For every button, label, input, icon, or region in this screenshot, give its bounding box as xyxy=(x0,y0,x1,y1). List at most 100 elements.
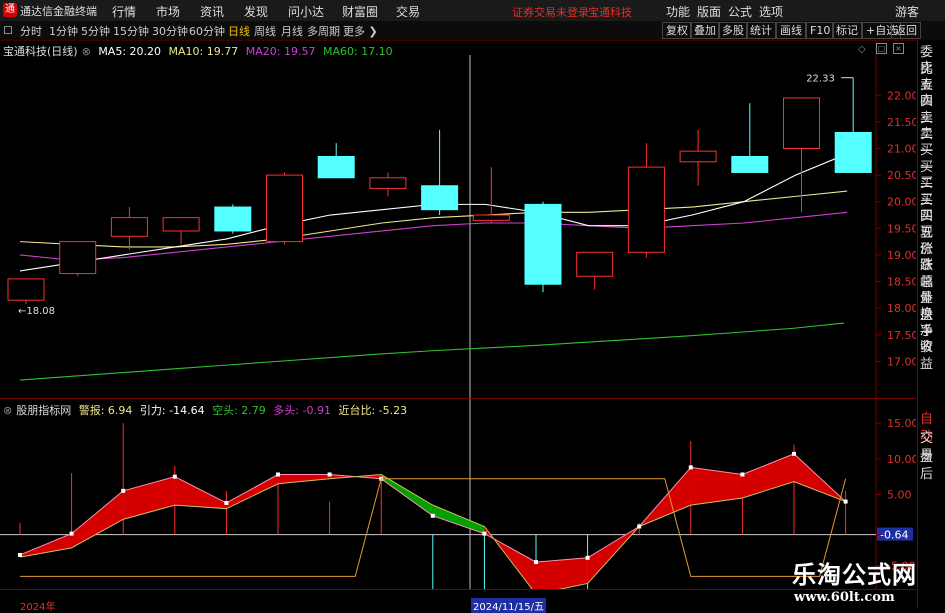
menu-ask[interactable]: 问小达 xyxy=(288,3,324,20)
candlestick-pane[interactable]: 22.00 21.50 21.00 20.50 20.00 19.50 19.00 18.50… xyxy=(0,40,916,398)
restore-rights-button[interactable]: 复权 xyxy=(662,22,692,39)
multi-stock-button[interactable]: 多股 xyxy=(718,22,748,39)
candle-body-down xyxy=(214,206,252,232)
tab-intraday[interactable]: 分时 xyxy=(20,23,42,39)
date-axis-year: 2024年 xyxy=(20,602,56,613)
menu-function[interactable]: 功能 xyxy=(666,3,690,20)
menu-trade[interactable]: 交易 xyxy=(396,3,420,20)
upper-point xyxy=(740,472,745,477)
upper-point xyxy=(172,474,177,479)
bull-band xyxy=(536,557,588,589)
diamond-icon[interactable]: ◇ xyxy=(858,44,866,55)
period-toolbar: 分时 1分钟 5分钟 15分钟 30分钟 60分钟 日线 周线 月线 多周期 更… xyxy=(0,21,945,41)
menu-wealth[interactable]: 财富圈 xyxy=(342,3,378,20)
warn-label: 警报: 6.94 xyxy=(78,404,133,417)
tab-15min[interactable]: 15分钟 xyxy=(113,23,149,39)
candle-body-up xyxy=(679,150,717,163)
bull-band xyxy=(174,476,227,509)
candle-body-up xyxy=(110,217,148,237)
high-annotation: 22.33 xyxy=(806,74,835,85)
ma60-line xyxy=(19,322,845,381)
draw-line-button[interactable]: 画线 xyxy=(776,22,806,39)
tab-30min[interactable]: 30分钟 xyxy=(152,23,188,39)
candle-body-up xyxy=(162,217,200,232)
close-pane-icon[interactable]: × xyxy=(893,43,904,54)
candle-body-up xyxy=(59,241,97,275)
menu-discover[interactable]: 发现 xyxy=(244,3,268,20)
mark-button[interactable]: 标记 xyxy=(832,22,862,39)
upper-point xyxy=(843,499,848,504)
collapse-icon[interactable]: ⊗ xyxy=(82,45,91,58)
user-label[interactable]: 游客 xyxy=(895,3,919,20)
candle-body-up xyxy=(576,251,614,277)
menu-market[interactable]: 市场 xyxy=(156,3,180,20)
upper-point xyxy=(69,531,74,536)
candle-body-down xyxy=(317,155,355,179)
tab-60min[interactable]: 60分钟 xyxy=(189,23,225,39)
indicator-name: 股朋指标网 xyxy=(16,404,72,417)
menu-layout[interactable]: 版面 xyxy=(697,3,721,20)
main-legend: 宝通科技(日线) ⊗ MA5: 20.20 MA10: 19.77 MA20: 1… xyxy=(3,43,397,59)
expand-icon[interactable]: □ xyxy=(876,43,887,54)
menu-options[interactable]: 选项 xyxy=(759,3,783,20)
pull-label: 引力: -14.64 xyxy=(139,404,205,417)
indicator-menu-icon[interactable]: ⊗ xyxy=(3,404,12,417)
bear-label: 空头: 2.79 xyxy=(212,404,266,417)
tab-1min[interactable]: 1分钟 xyxy=(49,23,78,39)
watermark-title: 乐淘公式网 xyxy=(792,560,917,589)
upper-point xyxy=(637,524,642,529)
cursor-date: 2024/11/15/五 xyxy=(471,598,547,613)
tab-multi-period[interactable]: 多周期 xyxy=(307,23,340,39)
upper-point xyxy=(430,513,435,518)
bull-band xyxy=(123,476,175,520)
candle-body-up xyxy=(783,97,820,149)
price-tick-label: 19.00 xyxy=(887,249,916,262)
price-tick-label: 21.00 xyxy=(887,142,916,155)
app-logo-icon: 通 xyxy=(3,3,17,17)
ma10-label: MA10: 19.77 xyxy=(168,45,239,58)
price-tick-label: 20.00 xyxy=(887,196,916,209)
ma20-label: MA20: 19.57 xyxy=(245,45,316,58)
bear-band xyxy=(432,505,485,534)
upper-point xyxy=(18,552,22,557)
toolbar-toggle-icon[interactable] xyxy=(4,26,12,34)
menu-formula[interactable]: 公式 xyxy=(728,3,752,20)
tab-daily[interactable]: 日线 xyxy=(228,23,250,39)
upper-point xyxy=(482,531,487,536)
tab-weekly[interactable]: 周线 xyxy=(254,23,276,39)
menu-news[interactable]: 资讯 xyxy=(200,3,224,20)
overlay-button[interactable]: 叠加 xyxy=(690,22,720,39)
price-tick-label: 21.50 xyxy=(887,116,916,129)
candle-body-down xyxy=(524,203,562,285)
price-tick-label: 18.50 xyxy=(887,276,916,289)
side-panel-item: 收益 xyxy=(920,340,934,372)
bull-label: 多头: -0.91 xyxy=(273,404,331,417)
upper-point xyxy=(585,555,590,560)
f10-button[interactable]: F10 xyxy=(806,22,835,39)
indicator-tick-label: 10.00 xyxy=(887,453,916,466)
upper-point xyxy=(792,451,796,456)
tab-more[interactable]: 更多 ❯ xyxy=(343,23,378,39)
candlestick-chart[interactable]: 22.00 21.50 21.00 20.50 20.00 19.50 19.00 18.50… xyxy=(0,40,916,398)
price-tick-label: 20.50 xyxy=(887,169,916,182)
candle-body-down xyxy=(731,155,769,173)
candle-body-up xyxy=(369,177,407,189)
tab-monthly[interactable]: 月线 xyxy=(281,23,303,39)
indicator-chart[interactable]: 15.0010.005.00-0.64-5.0014:5614:5614:561… xyxy=(0,399,916,589)
price-tick-label: 22.00 xyxy=(887,89,916,102)
quote-side-panel: 委比 卖五 卖四 卖三 卖二 卖一 买一 买二 买三 买四 买五 现价 涨跌 涨幅 总量 外盘 换手 净资 收益 自… xyxy=(917,40,945,609)
login-notice[interactable]: 证券交易未登录 xyxy=(512,4,589,20)
watermark: 乐淘公式网 www.60lt.com xyxy=(792,555,917,605)
indicator-tick-label: 15.00 xyxy=(887,417,916,430)
upper-point xyxy=(276,472,280,477)
tab-5min[interactable]: 5分钟 xyxy=(81,23,110,39)
bull-band xyxy=(742,453,794,498)
indicator-pane[interactable]: 15.0010.005.00-0.64-5.0014:5614:5614:561… xyxy=(0,398,916,613)
ratio-label: 近台比: -5.23 xyxy=(338,404,408,417)
menu-quotes[interactable]: 行情 xyxy=(112,3,136,20)
watermark-url: www.60lt.com xyxy=(794,590,895,605)
side-panel-mode[interactable]: 盘后 xyxy=(920,450,933,483)
back-button[interactable]: 返回 xyxy=(891,22,921,39)
candle-body-up xyxy=(7,278,45,301)
statistics-button[interactable]: 统计 xyxy=(746,22,776,39)
